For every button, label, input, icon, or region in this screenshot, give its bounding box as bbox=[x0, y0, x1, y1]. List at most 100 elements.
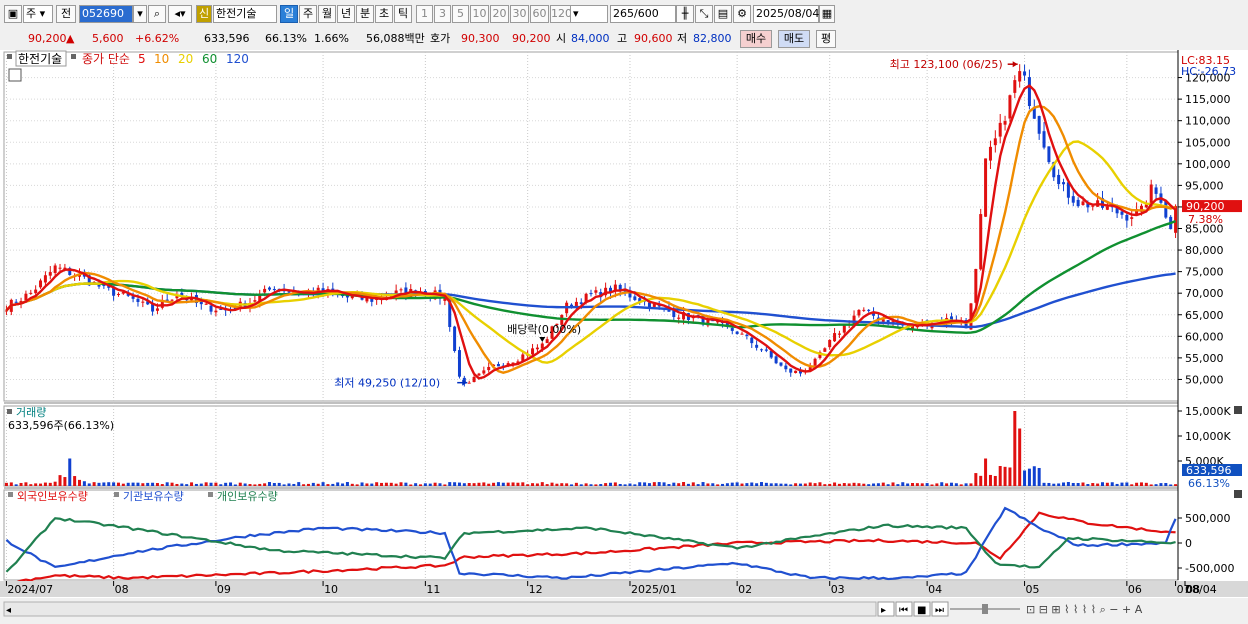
x-tick-0: 2024/07 bbox=[7, 583, 53, 596]
period-tab-0[interactable]: 일 bbox=[280, 5, 298, 23]
candle-body bbox=[1130, 217, 1134, 219]
window-icon[interactable]: ▣ bbox=[4, 5, 22, 23]
candle-icon[interactable]: ╫ bbox=[676, 5, 694, 23]
minute-tab-1[interactable]: 1 bbox=[416, 5, 433, 23]
chart-svg[interactable]: 120,000115,000110,000105,000100,00095,00… bbox=[0, 50, 1248, 621]
gear-icon[interactable]: ⚙ bbox=[733, 5, 751, 23]
volume-bar bbox=[287, 483, 291, 486]
legend-square-icon-2 bbox=[71, 54, 76, 59]
minute-tab-5[interactable]: 5 bbox=[452, 5, 469, 23]
volume-bar bbox=[998, 466, 1002, 486]
cross-icon[interactable]: ⤡ bbox=[695, 5, 713, 23]
candle-body bbox=[784, 365, 788, 370]
price-tick-13: 55,000 bbox=[1185, 352, 1224, 365]
volume-bar bbox=[1144, 482, 1148, 486]
volume-bar bbox=[818, 482, 822, 486]
chart-area[interactable]: 120,000 115,000 110,000 105,000 100,000 95,00… bbox=[0, 50, 1248, 621]
candle-body bbox=[472, 376, 476, 382]
volume-bar bbox=[935, 483, 939, 486]
volume-bar bbox=[297, 482, 301, 486]
volume-bar bbox=[116, 482, 120, 486]
candle-body bbox=[984, 158, 988, 217]
volume-bar bbox=[360, 482, 364, 486]
search-icon[interactable]: ⌕ bbox=[148, 5, 166, 23]
candle-body bbox=[43, 275, 47, 283]
candle-body bbox=[881, 319, 885, 322]
minute-tab-60[interactable]: 60 bbox=[530, 5, 549, 23]
candle-body bbox=[267, 287, 271, 290]
period-tab-5[interactable]: 초 bbox=[375, 5, 393, 23]
volume-bar bbox=[1091, 483, 1095, 486]
date-field[interactable]: 2025/08/04 bbox=[753, 5, 819, 23]
code-dropdown-icon[interactable]: ▾ bbox=[133, 5, 147, 23]
low-annotation: 최저 49,250 (12/10) bbox=[334, 377, 440, 390]
up-arrow-icon: ▲ bbox=[66, 32, 75, 45]
volume-bar bbox=[146, 482, 150, 486]
calendar-icon[interactable]: ▦ bbox=[819, 5, 835, 23]
volume-bar bbox=[151, 482, 155, 486]
period-tab-2[interactable]: 월 bbox=[318, 5, 336, 23]
volume-bar bbox=[1076, 483, 1080, 486]
candle-body bbox=[29, 292, 33, 294]
period-tab-4[interactable]: 분 bbox=[356, 5, 374, 23]
open-price: 84,000 bbox=[571, 32, 610, 45]
volume-bar bbox=[131, 482, 135, 486]
holding-legend-0: 외국인보유수량 bbox=[17, 490, 88, 503]
volume-bar bbox=[764, 482, 768, 486]
candle-body bbox=[862, 309, 866, 311]
interval-select[interactable]: ▾ bbox=[570, 5, 608, 23]
price-tick-12: 60,000 bbox=[1185, 330, 1224, 343]
volume-bar bbox=[706, 483, 710, 486]
volume-bar bbox=[1086, 484, 1090, 486]
volume-bar bbox=[954, 483, 958, 486]
volume-bar bbox=[224, 482, 228, 486]
control-icon-1: ⏮ bbox=[899, 605, 908, 616]
volume-bar bbox=[24, 482, 28, 486]
holding-close-icon[interactable] bbox=[1234, 490, 1242, 498]
volume-bar bbox=[394, 483, 398, 486]
volume-bar bbox=[267, 482, 271, 486]
stock-name-field[interactable]: 한전기술 bbox=[213, 5, 277, 23]
volume-bar bbox=[988, 474, 992, 486]
price-tick-10: 70,000 bbox=[1185, 287, 1224, 300]
volume-bar bbox=[165, 482, 169, 486]
candle-body bbox=[58, 267, 62, 269]
evaluate-button[interactable]: 평 bbox=[816, 30, 836, 48]
minute-tab-20[interactable]: 20 bbox=[490, 5, 509, 23]
minute-tab-120[interactable]: 120 bbox=[550, 5, 572, 23]
speaker-icon[interactable]: ◂▾ bbox=[168, 5, 192, 23]
candle-body bbox=[1047, 146, 1051, 163]
period-tab-3[interactable]: 년 bbox=[337, 5, 355, 23]
dividend-annotation: 배당락(0.00%) bbox=[507, 323, 581, 336]
volume-bar bbox=[39, 483, 43, 486]
volume-close-icon[interactable] bbox=[1234, 406, 1242, 414]
market-type-select[interactable]: 주 ▾ bbox=[23, 5, 53, 23]
volume-bar bbox=[555, 483, 559, 486]
candle-body bbox=[867, 309, 871, 311]
volume-bar bbox=[1013, 411, 1017, 486]
zoom-slider-handle[interactable] bbox=[982, 604, 988, 614]
count-field[interactable]: 265/600 bbox=[610, 5, 676, 23]
volume-bar bbox=[482, 482, 486, 486]
volume-bar bbox=[472, 483, 476, 486]
prev-button[interactable]: 전 bbox=[56, 5, 76, 23]
volume-bar bbox=[1057, 483, 1061, 486]
candle-body bbox=[1062, 182, 1066, 185]
stock-code-input[interactable]: 052690 bbox=[79, 5, 133, 23]
volume-bar bbox=[716, 484, 720, 486]
buy-button[interactable]: 매수 bbox=[740, 30, 772, 48]
minute-tab-3[interactable]: 3 bbox=[434, 5, 451, 23]
volume-bar bbox=[574, 482, 578, 486]
minute-tab-30[interactable]: 30 bbox=[510, 5, 529, 23]
minute-tab-10[interactable]: 10 bbox=[470, 5, 489, 23]
grid-toggle-icon[interactable] bbox=[8, 68, 22, 82]
period-tab-6[interactable]: 틱 bbox=[394, 5, 412, 23]
candle-body bbox=[813, 358, 817, 366]
volume-bar bbox=[1135, 482, 1139, 486]
bid-price: 90,200 bbox=[512, 32, 551, 45]
period-tab-1[interactable]: 주 bbox=[299, 5, 317, 23]
save-icon[interactable]: ▤ bbox=[714, 5, 732, 23]
volume-bar bbox=[570, 484, 574, 486]
scrollbar[interactable] bbox=[3, 601, 877, 617]
sell-button[interactable]: 매도 bbox=[778, 30, 810, 48]
